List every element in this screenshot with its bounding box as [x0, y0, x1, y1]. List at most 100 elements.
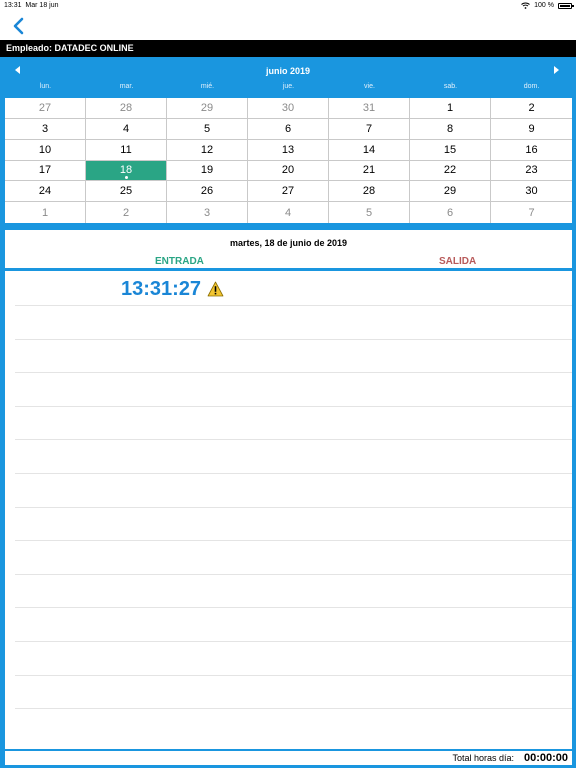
calendar-day-number: 22 — [443, 164, 457, 177]
calendar-day[interactable]: 5 — [329, 202, 410, 223]
weekday-label: mié. — [200, 83, 215, 90]
calendar-day-number: 4 — [122, 122, 130, 135]
row-divider — [15, 641, 572, 642]
calendar-day-number: 11 — [120, 143, 132, 156]
calendar-day-number: 2 — [528, 101, 535, 114]
calendar-day[interactable]: 10 — [5, 139, 86, 161]
calendar-day[interactable]: 26 — [167, 181, 248, 203]
calendar-day[interactable]: 29 — [410, 181, 491, 203]
calendar-day-number: 19 — [200, 164, 214, 177]
calendar-day-number: 31 — [362, 101, 376, 114]
calendar-day-number: 30 — [281, 101, 295, 114]
calendar-day-number: 1 — [41, 206, 49, 219]
calendar-day-number: 18 — [119, 164, 133, 177]
calendar-day-number: 6 — [446, 206, 454, 219]
calendar-day[interactable]: 11 — [86, 139, 167, 161]
calendar-day-number: 24 — [38, 185, 52, 198]
row-divider — [15, 675, 572, 676]
calendar-day[interactable]: 14 — [329, 139, 410, 161]
calendar-day[interactable]: 7 — [491, 202, 572, 223]
calendar-day[interactable]: 30 — [248, 98, 329, 119]
status-time-date: 13:31 Mar 18 jun — [4, 2, 59, 9]
month-header: junio 2019 — [0, 57, 576, 81]
row-divider — [15, 406, 572, 407]
warning-icon — [207, 281, 224, 297]
total-hours-label: Total horas día: — [452, 753, 514, 763]
row-divider — [15, 507, 572, 508]
calendar-day-number: 25 — [119, 185, 133, 198]
calendar-day[interactable]: 7 — [329, 118, 410, 140]
calendar-day-number: 27 — [281, 185, 295, 198]
status-time: 13:31 — [4, 2, 22, 9]
calendar-day[interactable]: 3 — [167, 202, 248, 223]
row-divider — [15, 305, 572, 306]
calendar-day-number: 8 — [446, 122, 454, 135]
calendar-day-number: 14 — [362, 143, 376, 156]
calendar-day-number: 29 — [443, 185, 457, 198]
calendar-day[interactable]: 27 — [248, 181, 329, 203]
weekday-label: dom. — [523, 83, 540, 90]
calendar-day-number: 17 — [38, 164, 52, 177]
calendar-day[interactable]: 3 — [5, 118, 86, 140]
calendar-day[interactable]: 1 — [410, 98, 491, 119]
selected-day-title: martes, 18 de junio de 2019 — [229, 238, 348, 248]
entrada-button[interactable]: ENTRADA — [155, 256, 204, 267]
calendar-day[interactable]: 15 — [410, 139, 491, 161]
records-panel: 13:31:27 Total horas día: 00:00:00 — [0, 269, 576, 768]
salida-button[interactable]: SALIDA — [439, 256, 476, 267]
row-divider — [15, 540, 572, 541]
calendar-day[interactable]: 25 — [86, 181, 167, 203]
row-divider — [15, 439, 572, 440]
calendar-day[interactable]: 23 — [491, 161, 572, 182]
calendar-day-number: 13 — [281, 143, 295, 156]
calendar-day[interactable]: 28 — [86, 98, 167, 119]
calendar-grid: 27 28 29 30 31 1 2 3 4 5 6 7 8 9 10 11 12 13 14 15 16 17 18 19 2… — [5, 98, 572, 223]
calendar-day[interactable]: 17 — [5, 160, 86, 182]
calendar-day[interactable]: 19 — [167, 160, 248, 182]
calendar-day[interactable]: 30 — [491, 181, 572, 203]
calendar-day-selected[interactable]: 18 — [86, 160, 167, 182]
calendar-day[interactable]: 6 — [410, 202, 491, 223]
status-date: Mar 18 jun — [25, 2, 59, 9]
weekday-label: mar. — [119, 83, 134, 90]
calendar-day[interactable]: 20 — [248, 160, 329, 182]
calendar-day[interactable]: 2 — [491, 98, 572, 119]
calendar-day[interactable]: 6 — [248, 118, 329, 140]
row-divider — [15, 574, 572, 575]
row-divider — [15, 607, 572, 608]
calendar-day-number: 3 — [203, 206, 211, 219]
calendar-day-number: 2 — [122, 206, 130, 219]
row-divider — [15, 708, 572, 709]
status-bar: 13:31 Mar 18 jun 100 % — [0, 0, 576, 12]
calendar-day[interactable]: 27 — [5, 98, 86, 119]
chevron-left-icon[interactable] — [10, 16, 28, 36]
event-dot-icon — [124, 175, 128, 179]
calendar-day[interactable]: 4 — [86, 118, 167, 140]
calendar-day[interactable]: 8 — [410, 118, 491, 140]
calendar-day-number: 5 — [365, 206, 373, 219]
next-month-icon[interactable] — [554, 66, 559, 74]
calendar-day[interactable]: 21 — [329, 160, 410, 182]
entry-time[interactable]: 13:31:27 — [121, 278, 201, 301]
calendar-day[interactable]: 28 — [329, 181, 410, 203]
calendar-day-number: 4 — [284, 206, 292, 219]
calendar-day[interactable]: 5 — [167, 118, 248, 140]
calendar-day[interactable]: 31 — [329, 98, 410, 119]
calendar-day[interactable]: 9 — [491, 119, 572, 140]
calendar-day-number: 15 — [443, 143, 457, 156]
calendar-day[interactable]: 12 — [167, 139, 248, 161]
battery-percent: 100 % — [534, 2, 554, 9]
calendar-day[interactable]: 4 — [248, 202, 329, 223]
calendar-day[interactable]: 16 — [491, 140, 572, 161]
calendar-day[interactable]: 2 — [86, 202, 167, 223]
calendar-day[interactable]: 24 — [5, 181, 86, 203]
weekday-label: sab. — [443, 83, 458, 90]
calendar-day-number: 21 — [362, 164, 376, 177]
calendar-day-number: 16 — [525, 143, 538, 156]
calendar-day-number: 5 — [203, 122, 211, 135]
calendar-day[interactable]: 29 — [167, 98, 248, 119]
calendar-day[interactable]: 13 — [248, 139, 329, 161]
weekday-header: lun. mar. mié. jue. vie. sab. dom. — [5, 81, 572, 98]
calendar-day[interactable]: 22 — [410, 160, 491, 182]
calendar-day[interactable]: 1 — [5, 202, 86, 223]
